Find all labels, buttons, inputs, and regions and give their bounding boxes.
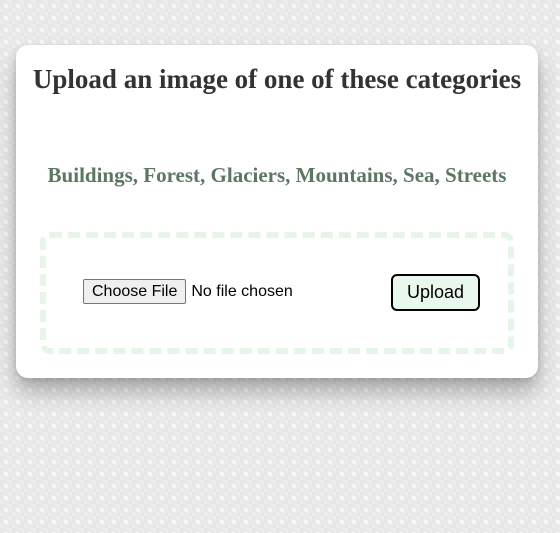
upload-button[interactable]: Upload — [391, 274, 480, 311]
categories-list: Buildings, Forest, Glaciers, Mountains, … — [47, 163, 507, 187]
upload-form[interactable]: Choose File No file chosen Upload — [40, 232, 514, 354]
upload-card: Upload an image of one of these categori… — [16, 45, 538, 378]
page-title: Upload an image of one of these categori… — [32, 64, 522, 94]
choose-file-button[interactable]: Choose File — [83, 279, 187, 304]
file-status: No file chosen — [191, 283, 293, 300]
file-input[interactable]: Choose File No file chosen — [83, 279, 293, 304]
